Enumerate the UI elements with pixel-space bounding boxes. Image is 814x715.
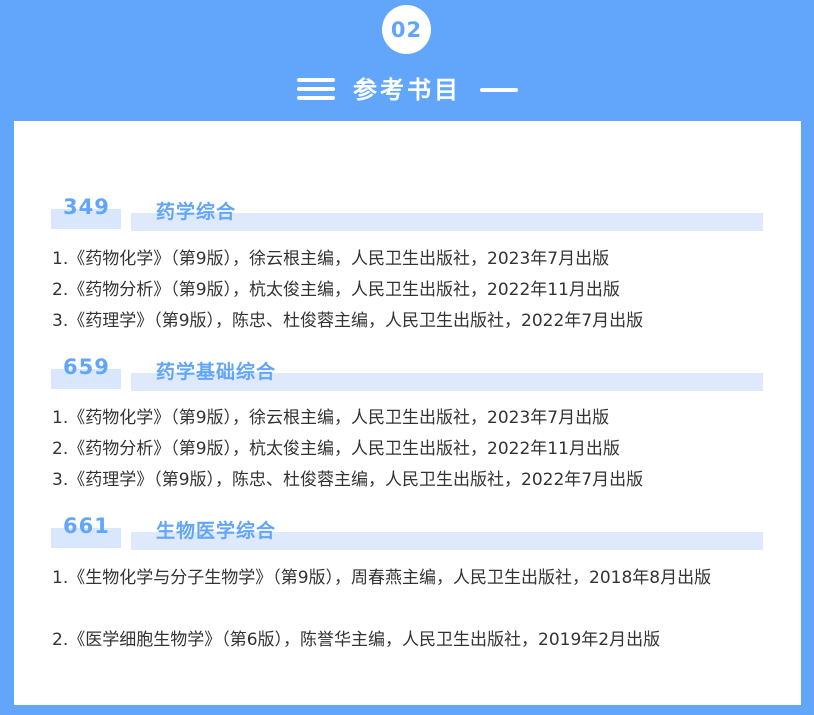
section-heading: 659 药学基础综合 [51, 355, 763, 395]
book-item: 2.《药物分析》（第9版），杭太俊主编，人民卫生出版社，2022年11月出版 [52, 439, 620, 459]
subject-name: 生物医学综合 [156, 520, 277, 542]
book-item: 3.《药理学》（第9版），陈忠、杜俊蓉主编，人民卫生出版社，2022年7月出版 [52, 311, 644, 331]
book-item: 1.《药物化学》（第9版），徐云根主编，人民卫生出版社，2023年7月出版 [52, 249, 610, 269]
book-item: 1.《药物化学》（第9版），徐云根主编，人民卫生出版社，2023年7月出版 [52, 408, 610, 428]
book-item: 2.《医学细胞生物学》（第6版），陈誉华主编，人民卫生出版社，2019年2月出版 [52, 630, 661, 650]
section-heading: 349 药学综合 [51, 195, 763, 235]
subject-name: 药学综合 [156, 201, 237, 223]
dash-line-icon [480, 88, 518, 92]
section-number-badge: 02 [382, 5, 431, 54]
content-panel: 349 药学综合 1.《药物化学》（第9版），徐云根主编，人民卫生出版社，202… [14, 121, 801, 705]
subject-code: 349 [63, 195, 110, 219]
book-item: 3.《药理学》（第9版），陈忠、杜俊蓉主编，人民卫生出版社，2022年7月出版 [52, 470, 644, 490]
subject-code: 659 [63, 355, 110, 379]
subject-code: 661 [63, 514, 110, 538]
subject-name: 药学基础综合 [156, 361, 277, 383]
book-item: 2.《药物分析》（第9版），杭太俊主编，人民卫生出版社，2022年11月出版 [52, 280, 620, 300]
page-title: 参考书目 [353, 76, 461, 104]
menu-lines-icon [297, 78, 335, 102]
section-heading: 661 生物医学综合 [51, 514, 763, 554]
page-header: 参考书目 [0, 66, 814, 110]
book-item: 1.《生物化学与分子生物学》（第9版），周春燕主编，人民卫生出版社，2018年8… [52, 568, 712, 588]
